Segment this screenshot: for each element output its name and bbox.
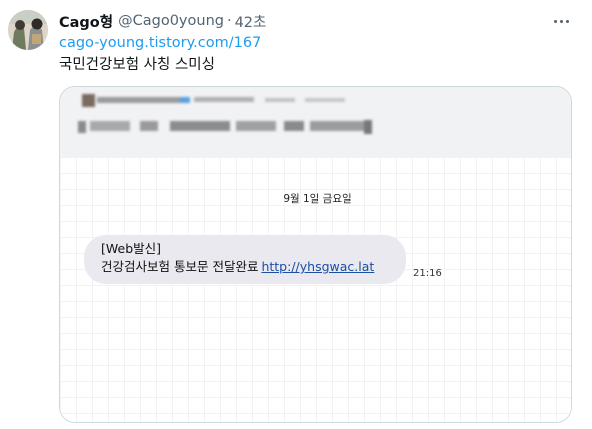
more-dots-icon[interactable] bbox=[550, 12, 572, 30]
message-text: 건강검사보험 통보문 전달완료 bbox=[101, 259, 259, 274]
message-line-1: [Web발신] bbox=[101, 241, 162, 256]
tweet-text: 국민건강보험 사칭 스미싱 bbox=[59, 57, 215, 73]
redacted-content bbox=[78, 94, 372, 134]
message-time: 21:16 bbox=[413, 268, 442, 279]
timestamp[interactable]: 42초 bbox=[235, 11, 267, 32]
avatar[interactable] bbox=[8, 10, 48, 50]
message-bubble: [Web발신] 건강검사보험 통보문 전달완료 http://yhsgwac.la… bbox=[84, 235, 406, 284]
tweet-header: Cago형 @Cago0young · 42초 bbox=[59, 10, 266, 32]
message-line-2: 건강검사보험 통보문 전달완료 http://yhsgwac.lat bbox=[101, 258, 406, 276]
display-name[interactable]: Cago형 bbox=[59, 11, 113, 32]
tweet-link[interactable]: cago-young.tistory.com/167 bbox=[59, 35, 261, 51]
user-handle[interactable]: @Cago0young bbox=[118, 13, 224, 29]
separator-dot: · bbox=[226, 13, 232, 29]
redacted-header bbox=[60, 87, 571, 157]
date-divider: 9월 1일 금요일 bbox=[283, 193, 352, 205]
dot-1 bbox=[553, 19, 557, 23]
media-card[interactable]: 9월 1일 금요일 [Web발신] 건강검사보험 통보문 전달완료 http://… bbox=[59, 86, 572, 423]
dot-2 bbox=[559, 19, 563, 23]
message-link[interactable]: http://yhsgwac.lat bbox=[261, 259, 374, 274]
dot-3 bbox=[565, 19, 569, 23]
avatar-image bbox=[8, 10, 48, 50]
tweet: Cago형 @Cago0young · 42초 cago-young.tisto… bbox=[0, 0, 592, 429]
